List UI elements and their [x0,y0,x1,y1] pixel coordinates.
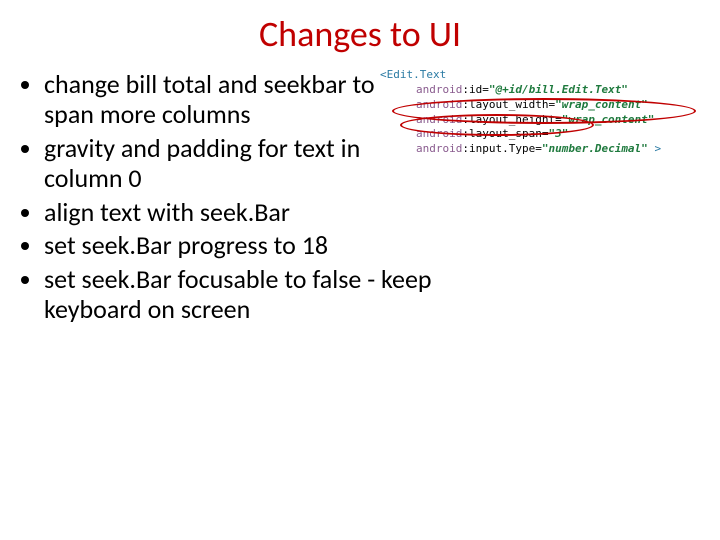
xml-attr-value: "number.Decimal" [542,142,648,155]
xml-snippet: <Edit.Text android:id="@+id/bill.Edit.Te… [380,68,720,157]
xml-attr-value: "wrap_content" [555,98,648,111]
xml-ns: android [416,83,462,96]
xml-tag-close: > [654,142,661,155]
xml-attr-name: id [469,83,482,96]
bullet-list: change bill total and seekbar to span mo… [24,70,384,329]
xml-ns: android [416,113,462,126]
xml-attr-name: layout_span [469,127,542,140]
xml-attr-name: input.Type [469,142,535,155]
xml-tag-open: <Edit.Text [380,68,446,81]
bullet-item: change bill total and seekbar to span mo… [44,70,384,130]
xml-ns: android [416,142,462,155]
code-line: android:layout_height="wrap_content" [380,113,720,128]
code-line: android:input.Type="number.Decimal" > [380,142,720,157]
xml-ns: android [416,127,462,140]
slide: Changes to UI change bill total and seek… [0,0,720,540]
xml-attr-name: layout_height [469,113,555,126]
xml-attr-value: "@+id/bill.Edit.Text" [489,83,628,96]
code-line: android:id="@+id/bill.Edit.Text" [380,83,720,98]
xml-attr-value: "3" [548,127,568,140]
bullet-item: set seek.Bar progress to 18 [44,231,444,261]
xml-attr-value: "wrap_content" [562,113,655,126]
xml-attr-name: layout_width [469,98,548,111]
code-line: android:layout_width="wrap_content" [380,98,720,113]
bullet-item: align text with seek.Bar [44,198,444,228]
bullet-item: set seek.Bar focusable to false - keep k… [44,265,444,325]
xml-ns: android [416,98,462,111]
code-line: <Edit.Text [380,68,720,83]
slide-title: Changes to UI [0,12,720,56]
code-line: android:layout_span="3" [380,127,720,142]
